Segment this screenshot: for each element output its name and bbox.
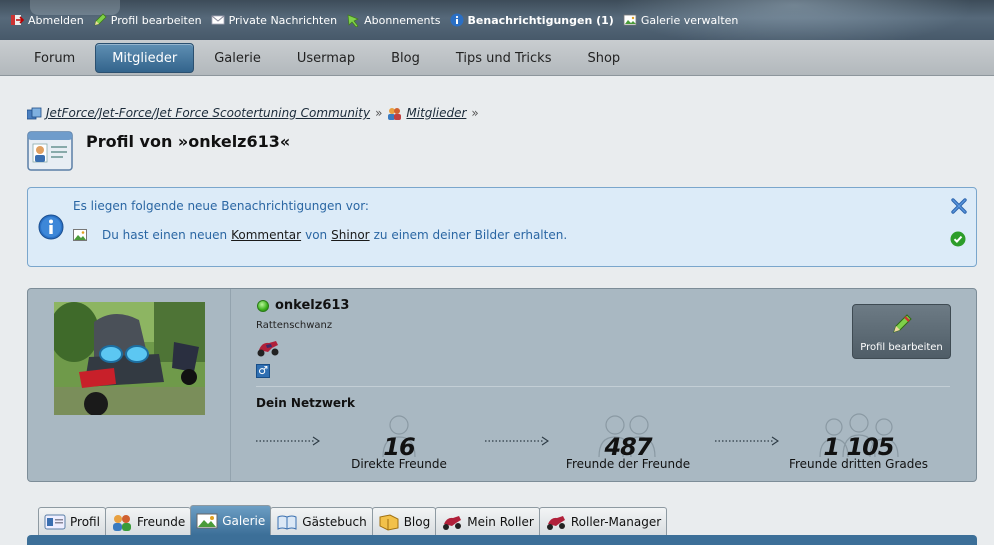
username: onkelz613 (275, 298, 350, 313)
tab-my-scooter-label: Mein Roller (467, 514, 534, 529)
pencil-icon (94, 13, 107, 26)
notifications-link[interactable]: Benachrichtigungen (1) (450, 13, 614, 27)
blog-icon (379, 513, 399, 531)
network-direct-friends[interactable]: 16 Direkte Freunde (349, 413, 449, 471)
subscriptions-link[interactable]: Abonnements (346, 13, 441, 27)
friends-of-friends-count: 487 (604, 433, 652, 461)
breadcrumb-separator: » (375, 106, 383, 120)
breadcrumb-community-link[interactable]: JetForce/Jet-Force/Jet Force Scootertuni… (46, 106, 370, 120)
private-messages-link[interactable]: Private Nachrichten (211, 13, 338, 27)
gallery-icon (196, 513, 218, 528)
tab-blog[interactable]: Blog (371, 507, 437, 535)
gender-male-icon: ♂ (256, 364, 270, 378)
notification-text-after: zu einem deiner Bilder erhalten. (373, 228, 568, 242)
pencil-icon (893, 314, 912, 333)
online-status-icon (257, 299, 269, 312)
tab-profile[interactable]: Profil (38, 507, 106, 535)
page-title: Profil von »onkelz613« (86, 132, 291, 151)
nav-forum[interactable]: Forum (18, 43, 91, 73)
network-arrow-icon (256, 436, 320, 446)
gender-symbol: ♂ (258, 364, 268, 377)
tab-my-scooter[interactable]: Mein Roller (435, 507, 540, 535)
notification-heading: Es liegen folgende neue Benachrichtigung… (73, 199, 369, 213)
scooter-icon (443, 515, 462, 530)
tab-scooter-manager[interactable]: Roller-Manager (538, 507, 668, 535)
mail-icon (211, 15, 224, 25)
main-navigation: Forum Mitglieder Galerie Usermap Blog Ti… (0, 40, 994, 76)
profile-card-icon (44, 514, 66, 529)
members-icon (388, 107, 402, 120)
tab-guestbook-label: Gästebuch (302, 514, 367, 529)
nav-usermap[interactable]: Usermap (281, 43, 371, 73)
third-degree-count: 1 105 (823, 433, 894, 461)
community-icon (27, 107, 42, 119)
nav-blog[interactable]: Blog (375, 43, 436, 73)
close-icon[interactable] (950, 197, 968, 215)
tab-content-header (27, 535, 977, 545)
info-icon (38, 214, 64, 240)
direct-friends-count: 16 (383, 433, 415, 461)
user-menu: Abmelden Profil bearbeiten Private Nachr… (10, 13, 747, 27)
tab-guestbook[interactable]: Gästebuch (270, 507, 373, 535)
profile-divider (256, 386, 950, 387)
network-arrow-icon (485, 436, 549, 446)
notification-item: Du hast einen neuen Kommentar von Shinor… (73, 228, 567, 242)
tab-blog-label: Blog (403, 514, 431, 529)
nav-gallery[interactable]: Galerie (198, 43, 277, 73)
manage-gallery-link[interactable]: Galerie verwalten (623, 13, 739, 27)
avatar-column (28, 289, 231, 481)
profile-card-icon (27, 131, 73, 171)
nav-shop[interactable]: Shop (571, 43, 636, 73)
user-shinor-link[interactable]: Shinor (331, 228, 369, 242)
tab-gallery[interactable]: Galerie (190, 505, 272, 535)
logout-icon (11, 15, 24, 25)
notification-text-before: Du hast einen neuen (102, 228, 228, 242)
user-bar: Abmelden Profil bearbeiten Private Nachr… (0, 0, 994, 40)
bookmark-icon (347, 14, 359, 27)
comment-link[interactable]: Kommentar (231, 228, 301, 242)
network-third-degree[interactable]: 1 105 Freunde dritten Grades (786, 413, 931, 471)
scooter-icon (546, 515, 565, 530)
gallery-icon (623, 14, 637, 26)
logout-link[interactable]: Abmelden (10, 13, 84, 27)
breadcrumb-members-link[interactable]: Mitglieder (406, 106, 466, 120)
tab-profile-label: Profil (70, 514, 100, 529)
tab-gallery-label: Galerie (222, 513, 266, 528)
tab-friends[interactable]: Freunde (104, 507, 192, 535)
subscriptions-label: Abonnements (364, 13, 441, 27)
edit-profile-button[interactable]: Profil bearbeiten (852, 304, 951, 359)
page-header: Profil von »onkelz613« (26, 128, 290, 174)
nav-members[interactable]: Mitglieder (95, 43, 195, 73)
notification-text-mid: von (305, 228, 328, 242)
private-messages-label: Private Nachrichten (228, 13, 338, 27)
user-rank: Rattenschwanz (256, 320, 333, 331)
logout-label: Abmelden (28, 13, 84, 27)
scooter-icon (257, 341, 279, 357)
edit-profile-button-label: Profil bearbeiten (860, 342, 943, 353)
avatar[interactable] (54, 302, 205, 415)
info-icon (450, 13, 464, 27)
breadcrumb: JetForce/Jet-Force/Jet Force Scootertuni… (27, 106, 484, 120)
check-icon[interactable] (950, 231, 966, 247)
network-title: Dein Netzwerk (256, 396, 355, 410)
notifications-label: Benachrichtigungen (1) (467, 13, 614, 27)
network-friends-of-friends[interactable]: 487 Freunde der Freunde (563, 413, 693, 471)
network-arrow-icon (715, 436, 779, 446)
tab-friends-label: Freunde (136, 514, 186, 529)
profile-tabs: Profil Freunde Galerie Gästebuch Blog Me… (38, 505, 668, 535)
friends-icon (112, 514, 131, 531)
nav-tips[interactable]: Tips und Tricks (440, 43, 568, 73)
manage-gallery-label: Galerie verwalten (640, 13, 739, 27)
notification-box: Es liegen folgende neue Benachrichtigung… (27, 187, 977, 267)
breadcrumb-separator-end: » (471, 106, 479, 120)
edit-profile-link[interactable]: Profil bearbeiten (93, 13, 202, 27)
edit-profile-label: Profil bearbeiten (110, 13, 202, 27)
tab-scooter-manager-label: Roller-Manager (570, 514, 662, 529)
profile-box: onkelz613 Rattenschwanz ♂ Dein Netzwerk … (27, 288, 977, 482)
guestbook-icon (277, 515, 297, 530)
image-icon (73, 229, 87, 241)
username-row: onkelz613 (257, 298, 349, 313)
